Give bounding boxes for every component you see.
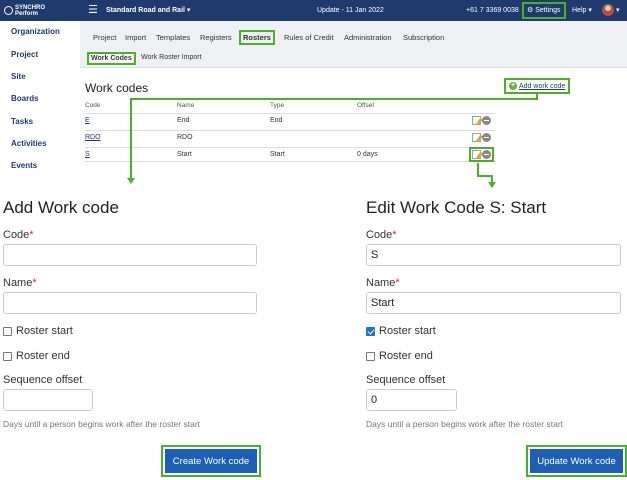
connector-line [130,98,538,100]
add-icon: + [509,82,517,90]
add-roster-end-checkbox[interactable] [3,351,12,361]
add-offset-input[interactable] [3,389,93,411]
tab-rosters[interactable]: Rosters [239,30,275,45]
column-header-offset: Offset [357,102,375,109]
row-name: RDO [177,134,193,141]
help-menu[interactable]: Help ▾ [572,0,592,21]
sidebar-item-site[interactable]: Site [11,72,26,81]
logo-line2: Perform [15,10,39,17]
admin-nav-panel: Project Import Templates Registers Roste… [80,21,627,68]
tab-registers[interactable]: Registers [200,33,232,42]
synchro-logo-icon [4,6,13,15]
logo-line1: SYNCHRO [15,4,46,11]
edit-offset-help: Days until a person begins work after th… [366,419,564,429]
column-header-name: Name [177,102,195,109]
row-name: End [177,117,190,124]
tab-templates[interactable]: Templates [156,33,190,42]
sidebar-item-tasks[interactable]: Tasks [11,117,33,126]
create-button-highlight: Create Work code [161,445,261,477]
project-selector[interactable]: Standard Road and Rail ▾ [106,0,190,21]
tab-import[interactable]: Import [125,33,146,42]
add-work-code-link[interactable]: + Add work code [504,78,571,94]
sidebar: Organization Project Site Boards Tasks A… [0,21,80,180]
edit-highlight [469,147,494,162]
sidebar-item-boards[interactable]: Boards [11,94,39,103]
table-row: E End End [85,113,495,128]
column-header-type: Type [270,102,285,109]
sidebar-item-events[interactable]: Events [11,161,37,170]
update-work-code-button[interactable]: Update Work code [530,449,623,473]
row-code-link[interactable]: E [85,117,90,124]
tab-administration[interactable]: Administration [344,33,392,42]
edit-code-label: Code* [366,229,397,241]
edit-offset-input[interactable] [366,389,457,411]
delete-icon[interactable] [482,133,491,142]
table-row: S Start Start 0 days [85,147,495,162]
row-code-link[interactable]: RDO [85,134,101,141]
top-bar: SYNCHRO Perform ☰ Standard Road and Rail… [0,0,627,21]
tab-subscription[interactable]: Subscription [403,33,444,42]
row-type: End [270,117,283,124]
add-work-code-label: Add work code [519,82,566,90]
add-form-title: Add Work code [3,198,119,217]
hamburger-menu-icon[interactable]: ☰ [88,0,98,21]
edit-roster-start-checkbox[interactable] [366,326,375,336]
add-name-label: Name* [3,277,37,289]
delete-icon[interactable] [482,150,491,159]
add-roster-start-label: Roster start [16,325,73,337]
delete-icon[interactable] [482,116,491,125]
edit-code-input[interactable] [366,244,621,266]
work-codes-title: Work codes [85,81,149,95]
add-offset-label: Sequence offset [3,374,83,386]
table-row: RDO RDO [85,130,495,145]
edit-offset-label: Sequence offset [366,374,446,386]
edit-roster-start-label: Roster start [379,325,436,337]
row-type: Start [270,151,285,158]
arrow-down-icon [488,182,496,188]
user-avatar[interactable] [602,4,614,16]
add-code-input[interactable] [3,244,257,266]
edit-name-label: Name* [366,277,400,289]
add-roster-end-label: Roster end [16,350,70,362]
edit-roster-end-checkbox[interactable] [366,351,375,361]
update-date: Update - 11 Jan 2022 [317,7,384,14]
add-name-input[interactable] [3,292,257,314]
add-roster-start-checkbox[interactable] [3,326,12,336]
phone-number: +61 7 3369 0038 [466,7,519,14]
update-button-highlight: Update Work code [526,445,627,477]
edit-form-title: Edit Work Code S: Start [366,198,547,217]
edit-icon[interactable] [472,133,481,142]
add-offset-help: Days until a person begins work after th… [3,419,201,429]
edit-name-input[interactable] [366,292,621,314]
row-offset: 0 days [357,151,378,158]
subtab-work-roster-import[interactable]: Work Roster Import [141,54,202,61]
subtab-work-codes[interactable]: Work Codes [87,52,136,65]
connector-line [130,98,132,178]
tab-project[interactable]: Project [93,33,116,42]
row-code-link[interactable]: S [85,151,90,158]
add-code-label: Code* [3,229,34,241]
edit-icon[interactable] [472,116,481,125]
edit-roster-end-label: Roster end [379,350,433,362]
create-work-code-button[interactable]: Create Work code [165,449,257,473]
edit-icon[interactable] [472,150,481,159]
settings-button[interactable]: ⚙ Settings [522,2,566,19]
tab-rules-of-credit[interactable]: Rules of Credit [284,33,334,42]
row-name: Start [177,151,192,158]
sidebar-item-project[interactable]: Project [11,50,38,59]
chevron-down-icon[interactable]: ▾ [616,0,620,21]
synchro-logo[interactable]: SYNCHRO Perform [4,3,45,18]
column-header-code: Code [85,102,101,109]
sidebar-item-activities[interactable]: Activities [11,139,47,148]
arrow-down-icon [127,178,135,184]
sidebar-item-organization[interactable]: Organization [11,27,60,36]
